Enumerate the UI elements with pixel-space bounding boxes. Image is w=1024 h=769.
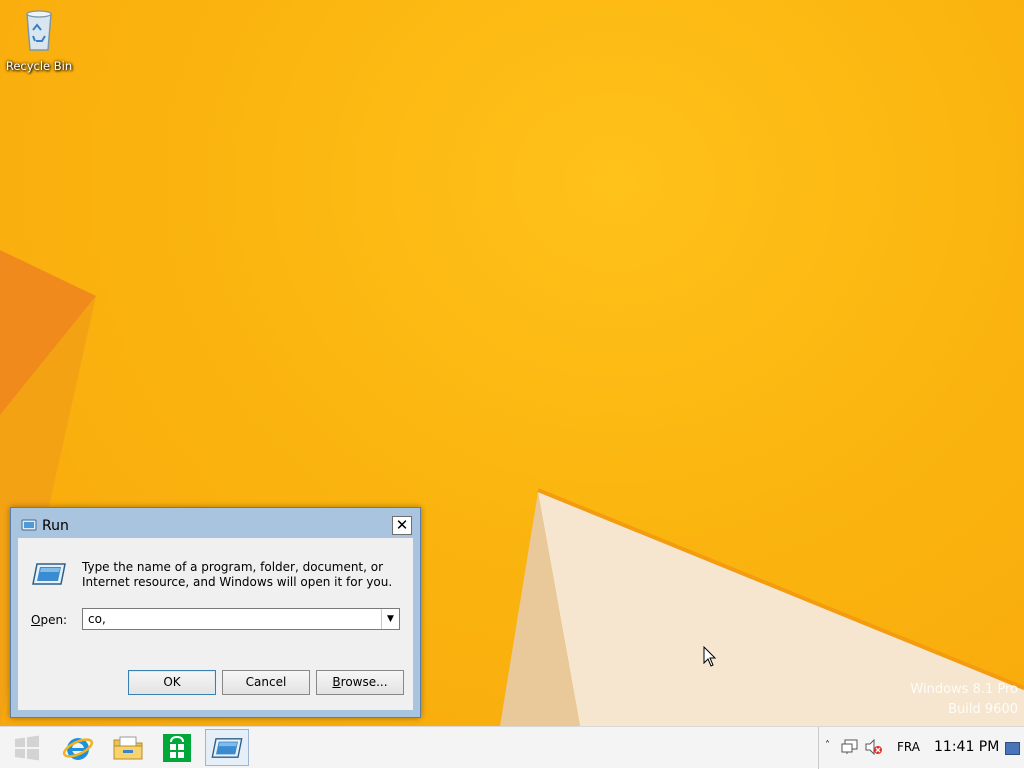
recycle-bin-icon (26, 10, 52, 51)
close-button[interactable]: ✕ (392, 516, 412, 535)
open-combobox[interactable]: ▼ (82, 608, 400, 630)
run-program-icon (32, 563, 66, 585)
folder-icon (113, 736, 143, 759)
clock[interactable]: 11:41 PM (934, 739, 999, 755)
watermark-edition: Windows 8.1 Pro (910, 682, 1018, 697)
taskbar-internet-explorer[interactable] (56, 729, 100, 766)
volume-muted-icon[interactable] (865, 739, 883, 755)
chevron-down-icon: ▼ (387, 614, 394, 624)
ok-button[interactable]: OK (128, 670, 216, 695)
open-label-rest: pen: (40, 613, 68, 627)
browse-rest: rowse... (340, 675, 388, 689)
windows-watermark: Windows 8.1 Pro Build 9600 (910, 680, 1018, 720)
run-description: Type the name of a program, folder, docu… (82, 560, 393, 589)
watermark-build: Build 9600 (948, 702, 1018, 717)
taskbar-store[interactable] (155, 729, 199, 766)
run-dialog-title: Run (42, 518, 69, 534)
run-icon (211, 737, 243, 758)
run-dialog-titlebar[interactable]: Run ✕ (11, 508, 420, 538)
notification-area: ˄ FRA 11:41 PM (818, 727, 1024, 769)
input-language[interactable]: FRA (897, 740, 920, 754)
start-button[interactable] (5, 729, 49, 766)
taskbar-file-explorer[interactable] (106, 729, 150, 766)
windows-logo-icon (15, 735, 39, 760)
open-input[interactable] (83, 609, 379, 629)
recycle-bin-label: Recycle Bin (5, 59, 73, 73)
run-icon (21, 519, 37, 531)
show-desktop-button[interactable] (1005, 742, 1020, 755)
run-dialog: Run ✕ Type the name of a program, folder… (10, 507, 421, 718)
mouse-cursor-icon (703, 646, 717, 667)
open-label: Open: (31, 613, 67, 627)
dropdown-button[interactable]: ▼ (381, 609, 399, 629)
taskbar: ˄ FRA 11:41 PM (0, 726, 1024, 769)
taskbar-run[interactable] (205, 729, 249, 766)
store-icon (163, 733, 191, 762)
browse-button[interactable]: Browse... (316, 670, 404, 695)
network-icon[interactable] (841, 739, 859, 755)
cancel-button[interactable]: Cancel (222, 670, 310, 695)
show-hidden-icons-button[interactable]: ˄ (825, 740, 830, 751)
recycle-bin-desktop-icon[interactable]: Recycle Bin (4, 6, 74, 73)
internet-explorer-icon (62, 737, 94, 760)
browse-accel: B (332, 675, 341, 689)
run-dialog-body: Type the name of a program, folder, docu… (18, 538, 413, 710)
